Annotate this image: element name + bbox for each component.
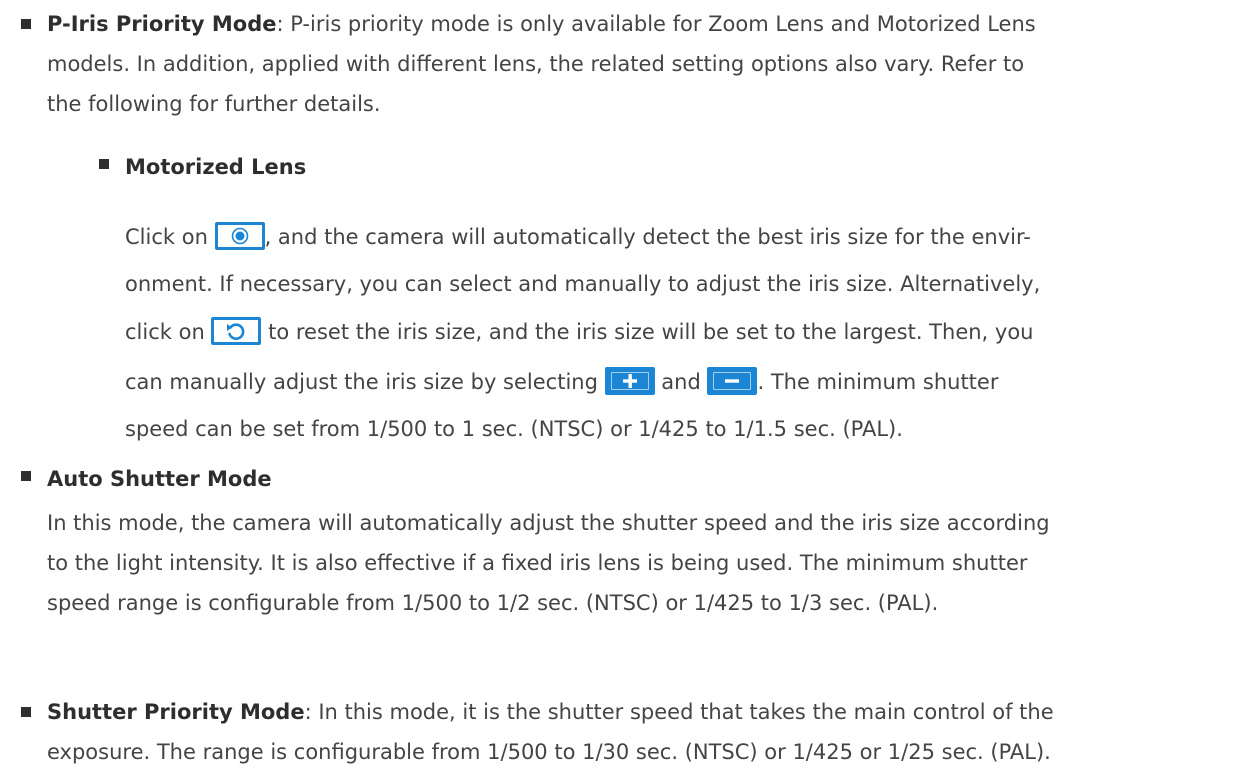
- auto-shutter-line-2: to the light intensity. It is also effec…: [47, 551, 1028, 575]
- bullet-auto-shutter: [21, 471, 31, 481]
- shutter-priority-line-2: exposure. The range is configurable from…: [47, 740, 1051, 764]
- motorized-line-4: can manually adjust the iris size by sel…: [125, 357, 1040, 407]
- iris-minus-button[interactable]: [707, 367, 758, 395]
- piris-line-1: P-Iris Priority Mode: P-iris priority mo…: [47, 12, 1036, 36]
- reset-icon: [227, 323, 245, 340]
- motorized-line-3: click on to reset the iris size, and the…: [125, 307, 1040, 357]
- shutter-priority-title: Shutter Priority Mode: [47, 700, 305, 724]
- motorized-heading: Motorized Lens: [125, 147, 306, 187]
- bullet-shutter-priority: [21, 707, 31, 717]
- auto-shutter-line-3: speed range is configurable from 1/500 t…: [47, 591, 939, 615]
- auto-shutter-paragraph: In this mode, the camera will automatica…: [47, 503, 1050, 623]
- piris-paragraph: P-Iris Priority Mode: P-iris priority mo…: [47, 4, 1036, 124]
- auto-shutter-title: Auto Shutter Mode: [47, 467, 272, 491]
- motorized-paragraph: Click on , and the camera will automatic…: [125, 212, 1040, 452]
- motorized-line-5: speed can be set from 1/500 to 1 sec. (N…: [125, 417, 903, 441]
- auto-iris-icon: [231, 227, 248, 245]
- auto-shutter-heading: Auto Shutter Mode: [47, 459, 272, 499]
- motorized-title: Motorized Lens: [125, 155, 307, 179]
- shutter-priority-paragraph: Shutter Priority Mode: In this mode, it …: [47, 692, 1054, 772]
- piris-line-2: models. In addition, applied with differ…: [47, 52, 1025, 76]
- shutter-priority-line-1: Shutter Priority Mode: In this mode, it …: [47, 700, 1054, 724]
- motorized-line-1: Click on , and the camera will automatic…: [125, 212, 1040, 262]
- bullet-piris: [21, 19, 31, 29]
- iris-plus-button[interactable]: [604, 367, 655, 395]
- minus-icon: [725, 379, 740, 383]
- auto-iris-button[interactable]: [214, 222, 265, 250]
- bullet-motorized: [99, 159, 109, 169]
- document-page: P-Iris Priority Mode: P-iris priority mo…: [0, 0, 1235, 769]
- piris-title: P-Iris Priority Mode: [47, 12, 277, 36]
- motorized-line-2: onment. If necessary, you can select and…: [125, 272, 1041, 296]
- auto-shutter-line-1: In this mode, the camera will automatica…: [47, 511, 1050, 535]
- reset-iris-button[interactable]: [211, 317, 262, 345]
- plus-icon: [622, 374, 637, 388]
- piris-line-3: the following for further details.: [47, 92, 381, 116]
